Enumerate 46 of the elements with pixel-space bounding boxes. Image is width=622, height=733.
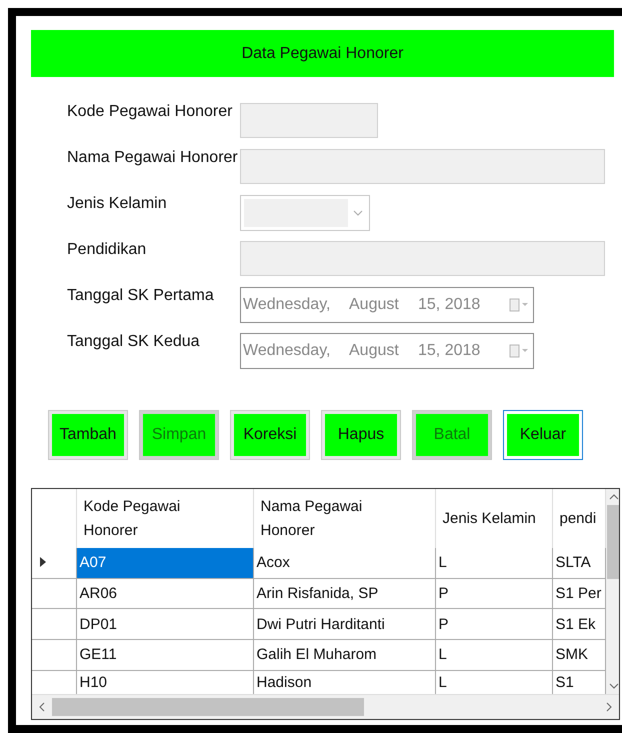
table-cell: Arin Risfanida, SP [253, 578, 435, 609]
field-label: Nama Pegawai Honorer [67, 149, 239, 167]
column-header[interactable]: Jenis Kelamin [435, 489, 552, 548]
table-cell: Galih El Muharom [253, 639, 435, 670]
vertical-scrollbar[interactable] [606, 489, 619, 694]
field-label: Tanggal SK Pertama [67, 287, 215, 305]
field-label: Kode Pegawai Honorer [67, 103, 234, 121]
table-cell: A07 [76, 548, 253, 578]
scroll-left-icon[interactable] [38, 702, 46, 712]
scroll-down-icon[interactable] [608, 682, 618, 690]
action-button[interactable]: Tambah [48, 410, 128, 460]
horizontal-scrollbar[interactable] [32, 694, 619, 719]
field-label: Tanggal SK Kedua [67, 333, 201, 351]
text-field[interactable] [240, 103, 378, 138]
table-cell: SLTA [552, 548, 605, 578]
field-label: Jenis Kelamin [67, 195, 168, 213]
column-header[interactable]: pendi [552, 489, 605, 548]
action-button[interactable]: Hapus [321, 410, 401, 460]
current-row-icon [40, 557, 46, 568]
dropdown-field[interactable] [240, 194, 370, 230]
table-cell: S1 Per [552, 578, 605, 609]
table-cell: GE11 [76, 639, 253, 670]
table-cell: DP01 [76, 608, 253, 640]
chevron-icon [353, 210, 363, 216]
action-button[interactable]: Koreksi [230, 410, 310, 460]
table-cell: P [435, 608, 552, 640]
scroll-up-icon[interactable] [608, 493, 618, 501]
action-button[interactable]: Keluar [503, 410, 583, 460]
form-title: Data Pegawai Honorer [242, 44, 404, 62]
table-cell: L [435, 639, 552, 670]
table-cell: AR06 [76, 578, 253, 609]
table-cell: SMK [552, 639, 605, 670]
scroll-right-icon[interactable] [605, 702, 613, 712]
table-cell: Dwi Putri Harditanti [253, 608, 435, 640]
text-field[interactable] [240, 241, 605, 276]
date-picker[interactable]: Wednesday, August 15, 2018 [240, 332, 534, 368]
column-header[interactable]: Nama Pegawai Honorer [253, 489, 435, 548]
field-label: Pendidikan [67, 241, 148, 259]
calendar-icon [509, 298, 529, 312]
date-picker[interactable]: Wednesday, August 15, 2018 [240, 286, 534, 322]
calendar-icon [509, 344, 529, 358]
table-cell: Acox [253, 548, 435, 578]
table-cell: P [435, 578, 552, 609]
table-cell: S1 Ek [552, 608, 605, 640]
text-field[interactable] [240, 149, 605, 184]
table-cell: L [435, 548, 552, 578]
